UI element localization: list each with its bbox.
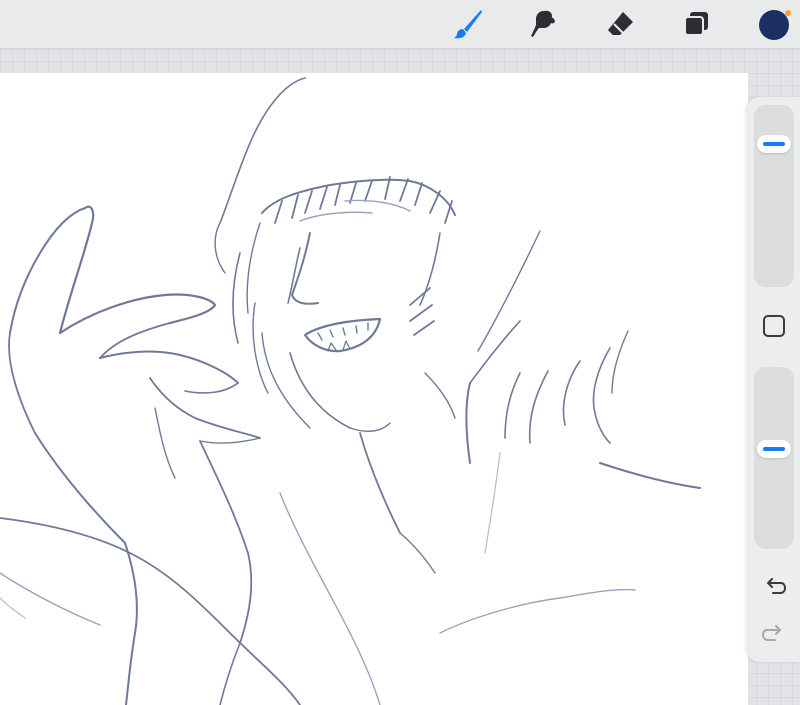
modify-button[interactable] [759, 311, 789, 341]
brush-size-indicator [763, 141, 785, 146]
brush-size-slider-handle[interactable] [757, 134, 791, 153]
redo-icon [761, 625, 781, 641]
drawing-canvas[interactable] [0, 73, 748, 705]
layers-button[interactable] [676, 4, 716, 44]
square-icon [763, 315, 785, 337]
opacity-indicator [763, 446, 785, 451]
undo-button[interactable] [759, 572, 789, 602]
layers-icon [684, 12, 708, 36]
color-picker-button[interactable] [754, 4, 794, 44]
brush-size-slider[interactable] [754, 105, 794, 287]
sketch-drawing [0, 77, 701, 705]
redo-button[interactable] [759, 619, 789, 649]
eraser-tool-button[interactable] [600, 4, 640, 44]
eraser-icon [608, 12, 633, 35]
brush-icon [454, 10, 482, 39]
smudge-tool-button[interactable] [524, 4, 564, 44]
opacity-slider-handle[interactable] [757, 439, 791, 458]
color-swatch-icon [759, 10, 791, 40]
brush-tool-button[interactable] [448, 4, 488, 44]
undo-icon [767, 578, 787, 594]
top-toolbar [0, 0, 800, 49]
side-toolbar [746, 97, 800, 662]
opacity-slider[interactable] [754, 367, 794, 549]
smudge-icon [531, 10, 555, 37]
